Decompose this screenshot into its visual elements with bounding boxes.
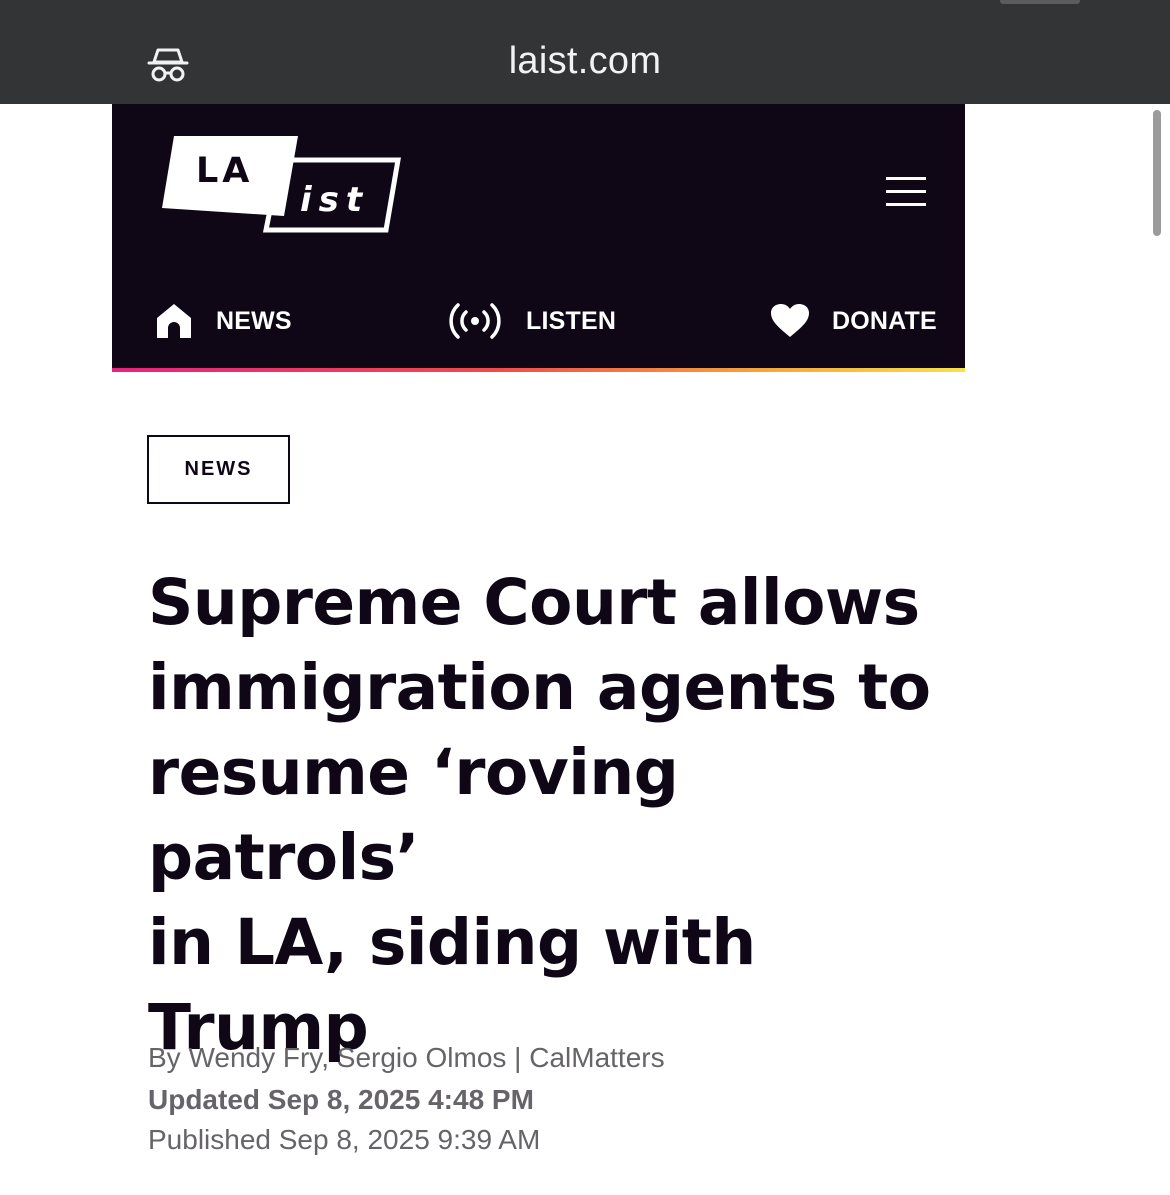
nav-donate-label: DONATE bbox=[832, 306, 937, 335]
logo-ist-text: ist bbox=[300, 180, 370, 220]
browser-address-bar: laist.com bbox=[0, 0, 1170, 104]
logo-la-text: LA bbox=[196, 151, 254, 191]
nav-item-listen[interactable]: LISTEN bbox=[448, 300, 616, 342]
nav-item-donate[interactable]: DONATE bbox=[770, 300, 937, 342]
article-updated-date: Updated Sep 8, 2025 4:48 PM bbox=[148, 1084, 534, 1115]
article-headline: Supreme Court allows immigration agents … bbox=[148, 560, 938, 1070]
headline-line: Supreme Court allows bbox=[148, 566, 920, 639]
nav-news-label: NEWS bbox=[216, 306, 292, 335]
headline-line: resume ‘roving patrols’ bbox=[148, 736, 679, 894]
nav-listen-label: LISTEN bbox=[526, 306, 617, 335]
article-byline: By Wendy Fry, Sergio Olmos | CalMatters bbox=[148, 1042, 665, 1073]
article-published-date: Published Sep 8, 2025 9:39 AM bbox=[148, 1124, 541, 1155]
home-icon bbox=[157, 304, 191, 338]
category-tag[interactable]: NEWS bbox=[147, 435, 290, 504]
hamburger-menu-icon[interactable] bbox=[884, 174, 928, 210]
header-gradient-rule bbox=[112, 368, 965, 372]
headline-line: in LA, siding with bbox=[148, 906, 756, 979]
heart-icon bbox=[771, 304, 809, 337]
broadcast-icon bbox=[449, 303, 501, 339]
headline-line: immigration agents to bbox=[148, 651, 931, 724]
nav-item-news[interactable]: NEWS bbox=[154, 300, 292, 342]
page-scrollbar[interactable] bbox=[1153, 110, 1161, 236]
url-field[interactable]: laist.com bbox=[0, 40, 1170, 83]
tab-indicator bbox=[1000, 0, 1080, 4]
